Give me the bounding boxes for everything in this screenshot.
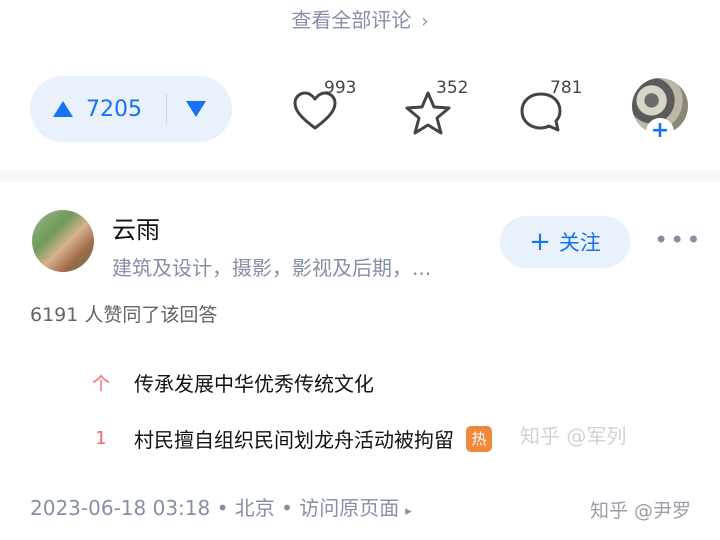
more-options-icon[interactable]: ••• <box>654 226 702 254</box>
favorite-button[interactable]: 352 <box>404 78 468 140</box>
plus-icon: + <box>529 227 551 257</box>
hot-list-item[interactable]: 个 传承发展中华优秀传统文化 <box>90 368 374 397</box>
triangle-right-icon: ▸ <box>405 504 412 519</box>
answer-meta: 2023-06-18 03:18 • 北京 • 访问原页面 ▸ <box>30 492 412 521</box>
upvote-triangle-icon <box>53 101 73 117</box>
action-bar: 7205 993 352 781 + <box>0 76 720 146</box>
rank-number: 1 <box>95 428 107 449</box>
vote-pill: 7205 <box>30 76 232 142</box>
downvote-triangle-icon <box>186 101 206 117</box>
author-bio: 建筑及设计，摄影，影视及后期，... <box>112 256 432 280</box>
like-count: 993 <box>324 78 357 98</box>
watermark-bottom: 知乎 @尹罗 <box>590 500 692 522</box>
follow-label: 关注 <box>558 231 601 255</box>
follow-plus-button[interactable]: + <box>646 118 674 146</box>
downvote-button[interactable] <box>185 100 207 118</box>
post-date: 2023-06-18 03:18 <box>30 496 211 520</box>
comment-button[interactable]: 781 <box>518 78 582 140</box>
agree-count-text: 6191 人赞同了该回答 <box>30 304 218 326</box>
hot-item-title: 传承发展中华优秀传统文化 <box>134 372 374 396</box>
author-avatar[interactable] <box>32 210 94 272</box>
view-original-label: 访问原页面 <box>299 496 400 520</box>
hot-list-item[interactable]: 1 村民擅自组织民间划龙舟活动被拘留 热 <box>90 424 492 453</box>
author-name[interactable]: 云雨 <box>112 210 160 245</box>
hot-badge-icon: 热 <box>466 425 492 452</box>
section-divider <box>0 170 720 182</box>
rank-up-icon: 个 <box>92 373 110 395</box>
hot-item-title: 村民擅自组织民间划龙舟活动被拘留 <box>134 428 454 452</box>
vote-count: 7205 <box>86 96 142 122</box>
comment-count: 781 <box>550 78 583 98</box>
like-button[interactable]: 993 <box>292 78 356 140</box>
dot-separator: • <box>281 496 293 520</box>
chevron-right-icon: › <box>421 11 429 32</box>
watermark-middle: 知乎 @军列 <box>520 424 627 448</box>
favorite-count: 352 <box>436 78 469 98</box>
follow-button[interactable]: + 关注 <box>500 216 630 268</box>
plus-icon: + <box>648 120 672 144</box>
dot-separator: • <box>216 496 229 520</box>
post-location: 北京 <box>234 496 275 520</box>
view-all-comments-label: 查看全部评论 <box>291 8 412 32</box>
vote-separator <box>166 94 167 124</box>
view-all-comments-link[interactable]: 查看全部评论 › <box>0 4 720 33</box>
upvote-button[interactable]: 7205 <box>30 97 142 122</box>
view-original-link[interactable]: 访问原页面 ▸ <box>299 496 412 520</box>
